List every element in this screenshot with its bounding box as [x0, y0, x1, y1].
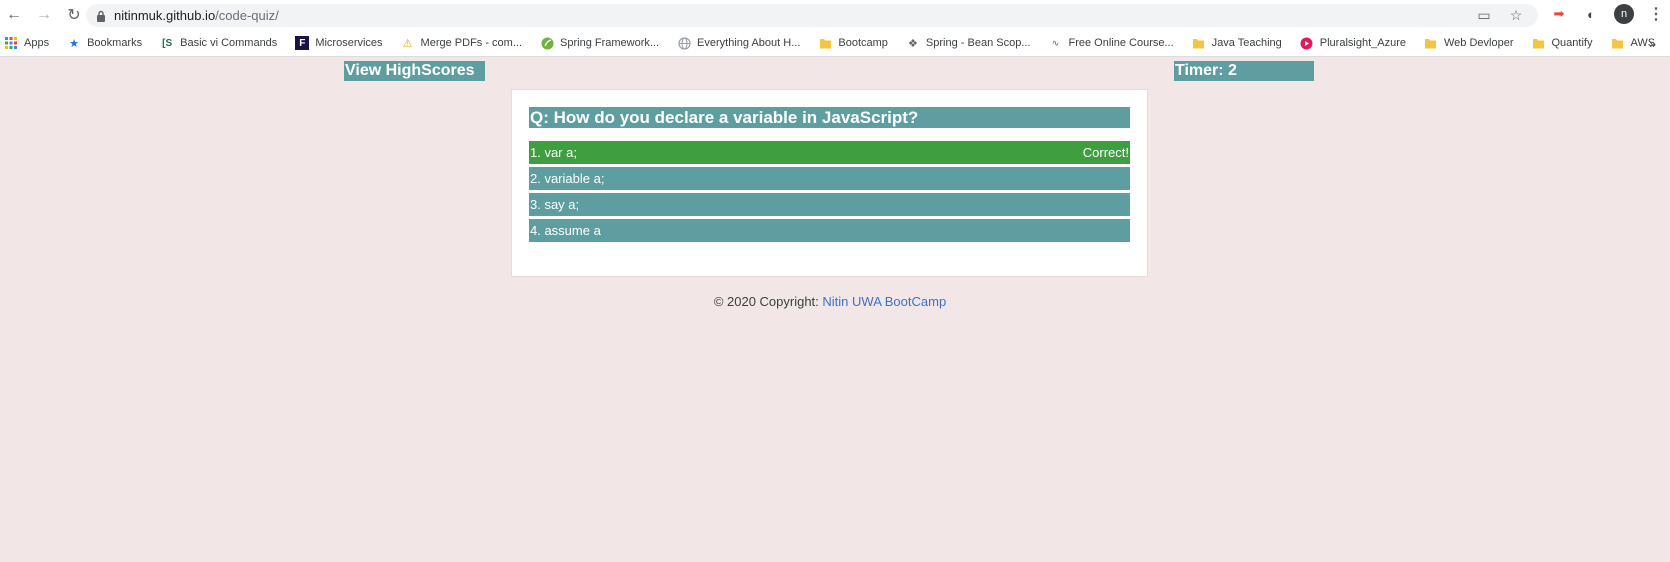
bookmark-label: Microservices — [315, 37, 383, 49]
bookmark-item[interactable]: F Microservices — [295, 36, 383, 50]
star-icon: ★ — [69, 37, 80, 50]
bookmark-label: Spring - Bean Scop... — [925, 37, 1031, 49]
bookmark-label: Everything About H... — [697, 37, 801, 49]
question-text: Q: How do you declare a variable in Java… — [529, 107, 1130, 128]
lock-icon — [96, 10, 106, 22]
answer-option-1[interactable]: 1. var a; Correct! — [529, 141, 1130, 164]
answer-label: 2. variable a; — [530, 171, 605, 186]
profile-avatar[interactable]: n — [1614, 4, 1634, 24]
view-highscores-link[interactable]: View HighScores — [344, 61, 485, 81]
bookmark-label: Quantify — [1551, 37, 1593, 49]
url-host: nitinmuk.github.io — [114, 8, 216, 23]
bookmark-item[interactable]: [S Basic vi Commands — [160, 36, 277, 50]
spring-leaf-icon — [540, 36, 554, 50]
quiz-card: Q: How do you declare a variable in Java… — [511, 89, 1148, 277]
folder-icon — [1424, 36, 1438, 50]
play-circle-icon — [1300, 36, 1314, 50]
globe-icon — [677, 36, 691, 50]
answer-option-3[interactable]: 3. say a; — [529, 193, 1130, 216]
answer-label: 3. say a; — [530, 197, 580, 212]
copyright-text: © 2020 Copyright: — [713, 294, 823, 309]
cs-logo-icon: [S — [162, 37, 173, 49]
url-path: /code-quiz/ — [215, 8, 279, 23]
folder-icon — [1192, 36, 1206, 50]
diamond-icon: ❖ — [907, 37, 918, 50]
bookmark-label: Merge PDFs - com... — [420, 37, 523, 49]
f-logo-icon: F — [295, 36, 310, 50]
bookmark-label: Basic vi Commands — [180, 37, 278, 49]
bookmark-item[interactable]: Java Teaching — [1192, 36, 1282, 50]
bookmark-label: Web Devloper — [1443, 37, 1514, 49]
reload-icon[interactable]: ↻ — [62, 3, 86, 27]
bookmark-item[interactable]: Apps — [4, 36, 49, 50]
bookmark-item[interactable]: Spring Framework... — [540, 36, 659, 50]
bookmark-item[interactable]: Everything About H... — [677, 36, 800, 50]
menu-kebab-icon[interactable]: ⋮ — [1648, 4, 1664, 24]
bookmark-label: Bootcamp — [838, 37, 888, 49]
correct-feedback: Correct! — [1082, 145, 1129, 160]
extension-arrow-icon[interactable]: ➡ — [1550, 5, 1568, 23]
bookmark-item[interactable]: Web Devloper — [1424, 36, 1514, 50]
answer-option-2[interactable]: 2. variable a; — [529, 167, 1130, 190]
bookmark-label: Pluralsight_Azure — [1319, 37, 1406, 49]
folder-icon — [818, 36, 832, 50]
bookmark-label: Bookmarks — [87, 37, 143, 49]
browser-toolbar: ← → ↻ nitinmuk.github.io/code-quiz/ ▭ ☆ … — [0, 0, 1670, 30]
apps-grid-icon — [4, 36, 18, 50]
star-outline-icon[interactable]: ☆ — [1508, 7, 1524, 23]
answer-option-4[interactable]: 4. assume a — [529, 219, 1130, 242]
more-bookmarks-button[interactable]: » — [1649, 37, 1656, 51]
bookmark-item[interactable]: ❖ Spring - Bean Scop... — [906, 36, 1031, 50]
bookmark-label: Spring Framework... — [560, 37, 660, 49]
answer-label: 4. assume a — [530, 223, 601, 238]
wings-icon: ∿ — [1051, 37, 1060, 48]
bookmark-item[interactable]: ∿ Free Online Course... — [1048, 36, 1174, 50]
dark-mode-icon[interactable]: ◐ — [1582, 5, 1600, 23]
bookmark-item[interactable]: Pluralsight_Azure — [1300, 36, 1406, 50]
warning-triangle-icon: ⚠ — [402, 37, 413, 50]
back-arrow-icon[interactable]: ← — [2, 3, 26, 27]
address-bar[interactable]: nitinmuk.github.io/code-quiz/ ▭ ☆ — [86, 4, 1538, 27]
bookmark-item[interactable]: Bootcamp — [818, 36, 888, 50]
bookmark-item[interactable]: ★ Bookmarks — [67, 36, 142, 50]
folder-icon — [1610, 36, 1624, 50]
answer-label: 1. var a; — [530, 145, 577, 160]
bookmark-label: Apps — [24, 37, 50, 49]
bookmark-label: Free Online Course... — [1068, 37, 1174, 49]
bookmark-item[interactable]: ⚠ Merge PDFs - com... — [401, 36, 522, 50]
forward-arrow-icon[interactable]: → — [32, 3, 56, 27]
bookmark-label: Java Teaching — [1211, 37, 1282, 49]
bookmark-item[interactable]: Quantify — [1531, 36, 1592, 50]
timer-display: Timer: 2 — [1174, 61, 1314, 81]
footer-link[interactable]: Nitin UWA BootCamp — [822, 294, 946, 309]
folder-icon — [1531, 36, 1545, 50]
cast-icon[interactable]: ▭ — [1476, 7, 1492, 23]
page-footer: © 2020 Copyright: Nitin UWA BootCamp — [0, 294, 1660, 309]
bookmarks-bar: Apps ★ Bookmarks [S Basic vi Commands F Mic… — [0, 30, 1670, 57]
